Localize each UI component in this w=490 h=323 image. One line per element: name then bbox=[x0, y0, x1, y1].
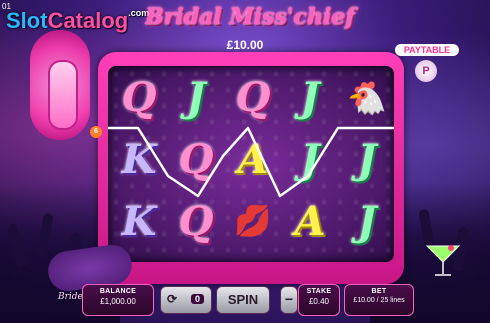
autoplay-button[interactable]: ⟳ 0 bbox=[160, 286, 212, 314]
game-title: Bridal Miss'chief bbox=[145, 4, 355, 30]
win-line-badge: 6 bbox=[90, 126, 102, 138]
bet-value: £10.00 / 25 lines bbox=[353, 297, 405, 304]
stake-minus-button[interactable]: − bbox=[280, 286, 298, 314]
balance-label: BALANCE bbox=[99, 288, 137, 295]
bet-panel[interactable]: BET £10.00 / 25 lines bbox=[344, 284, 414, 316]
logo-part1: Slot bbox=[6, 8, 48, 33]
stake-panel: STAKE £0.40 bbox=[298, 284, 340, 316]
balance-panel: BALANCE £1,000.00 bbox=[82, 284, 154, 316]
spin-button[interactable]: SPIN bbox=[216, 286, 270, 314]
win-line bbox=[108, 126, 394, 198]
jackpot-display: £10.00 bbox=[226, 38, 264, 52]
paytable-control[interactable]: PAYTABLE P bbox=[395, 44, 459, 88]
paytable-button[interactable]: P bbox=[415, 60, 437, 82]
reel-area: Q K K J Q Q Q A 💋 J J A 🐔 J J bbox=[108, 66, 394, 262]
balance-value: £1,000.00 bbox=[100, 297, 136, 306]
mirror-decoration bbox=[48, 60, 78, 130]
stake-value: £0.40 bbox=[308, 297, 330, 306]
autoplay-value: 0 bbox=[191, 294, 205, 304]
cocktail-glass-icon bbox=[425, 245, 461, 276]
win-line-path bbox=[108, 126, 394, 198]
paytable-label[interactable]: PAYTABLE bbox=[395, 44, 459, 56]
autoplay-icon: ⟳ bbox=[167, 292, 178, 306]
stake-label: STAKE bbox=[306, 288, 332, 295]
bet-label: BET bbox=[371, 288, 387, 295]
